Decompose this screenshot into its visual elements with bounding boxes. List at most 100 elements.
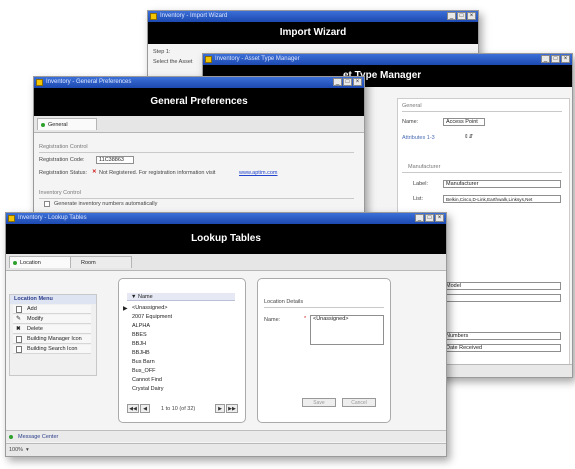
pager-label: 1 to 10 (of 32)	[161, 406, 196, 412]
menu-item-building-search[interactable]: Building Search Icon	[13, 345, 91, 354]
active-dot-icon	[41, 123, 45, 127]
document-icon	[16, 346, 22, 353]
menu-label: Delete	[27, 326, 43, 332]
app-icon	[36, 79, 43, 86]
page-title: General Preferences	[34, 88, 364, 116]
attributes-label: Attributes 1-3	[402, 135, 435, 141]
numbers-field[interactable]: Numbers	[443, 332, 561, 340]
minimize-button[interactable]: _	[333, 78, 342, 86]
minimize-button[interactable]: _	[447, 12, 456, 20]
minimize-button[interactable]: _	[415, 214, 424, 222]
general-preferences-window: Inventory - General Preferences _ □ × Gene…	[33, 76, 365, 221]
inventory-section-label: Inventory Control	[39, 190, 81, 196]
prev-page-button[interactable]: ◀	[140, 404, 150, 413]
list-item[interactable]: 2007 Equipment	[132, 314, 172, 320]
page-title: Import Wizard	[148, 22, 478, 44]
model-field[interactable]: Model	[443, 282, 561, 290]
details-name-field[interactable]: <Unassigned>	[310, 315, 384, 345]
import-wizard-titlebar: Inventory - Import Wizard _ □ ×	[148, 11, 478, 22]
close-button[interactable]: ×	[561, 55, 570, 63]
close-button[interactable]: ×	[467, 12, 476, 20]
arrows-icon[interactable]: ⇕⇵	[464, 134, 473, 140]
instruction-label: Select the Asset	[153, 59, 193, 65]
row-pointer-icon: ▶	[123, 306, 128, 312]
next-page-button[interactable]: ▶	[215, 404, 225, 413]
maximize-button[interactable]: □	[425, 214, 434, 222]
message-center[interactable]: Message Center	[6, 430, 446, 442]
reg-status-label: Registration Status:	[39, 170, 87, 176]
tab-location[interactable]: Location	[9, 256, 71, 268]
document-icon	[16, 306, 22, 313]
manufacturer-list-field[interactable]: Belkin,Cisco,D-Link,Earthwalk,Linksys,Ne…	[443, 195, 561, 203]
location-menu: Location Menu Add ✎ Modify ✖ Delete Buildi…	[9, 294, 97, 376]
last-page-button[interactable]: ▶▶	[226, 404, 238, 413]
reg-code-label: Registration Code:	[39, 157, 85, 163]
menu-header: Location Menu	[10, 295, 96, 304]
lookup-tables-window: Inventory - Lookup Tables _ □ × Lookup Tab…	[5, 212, 447, 457]
message-center-label: Message Center	[18, 434, 59, 440]
list-item[interactable]: BBJH	[132, 341, 146, 347]
zoom-dropdown-icon[interactable]: ▾	[26, 447, 29, 453]
document-icon	[16, 336, 22, 343]
name-label: Name:	[402, 119, 419, 125]
menu-label: Modify	[27, 316, 44, 322]
maximize-button[interactable]: □	[551, 55, 560, 63]
details-header: Location Details	[264, 299, 304, 305]
date-received-field[interactable]: Date Received	[443, 344, 561, 352]
auto-number-label: Generate inventory numbers automatically	[54, 201, 158, 207]
name-field[interactable]: Access Point	[443, 118, 485, 126]
required-icon: *	[304, 316, 307, 322]
list-item[interactable]: Bus_OFF	[132, 368, 156, 374]
reg-status-value: Not Registered. For registration informa…	[99, 170, 216, 176]
list-item[interactable]: Cannot Find	[132, 377, 162, 383]
window-title: Inventory - Import Wizard	[160, 13, 228, 19]
list-item[interactable]: Bus Barn	[132, 359, 155, 365]
registration-section-label: Registration Control	[39, 144, 88, 150]
message-center-icon	[9, 435, 13, 439]
blank-field[interactable]	[443, 294, 561, 302]
list-item[interactable]: Crystal Dairy	[132, 386, 163, 392]
menu-label: Add	[27, 306, 37, 312]
maximize-button[interactable]: □	[343, 78, 352, 86]
menu-label: Building Manager Icon	[27, 336, 82, 342]
details-name-label: Name:	[264, 317, 281, 323]
menu-item-add[interactable]: Add	[13, 305, 91, 314]
group-manufacturer-label: Manufacturer	[408, 164, 441, 170]
window-title: Inventory - General Preferences	[46, 79, 132, 85]
reg-code-field[interactable]: 11C38863	[96, 156, 134, 164]
first-page-button[interactable]: ◀◀	[127, 404, 139, 413]
tab-general[interactable]: General	[37, 118, 97, 130]
active-dot-icon	[13, 261, 17, 265]
minimize-button[interactable]: _	[541, 55, 550, 63]
auto-number-checkbox[interactable]	[44, 201, 50, 207]
tabs-bar: Location Room	[6, 254, 446, 271]
list-header[interactable]: ▼ Name	[127, 293, 235, 301]
asset-manager-titlebar: Inventory - Asset Type Manager _ □ ×	[203, 54, 572, 65]
cancel-button[interactable]: Cancel	[342, 398, 376, 407]
list-item[interactable]: BBJHB	[132, 350, 150, 356]
menu-item-building-manager[interactable]: Building Manager Icon	[13, 335, 91, 344]
close-button[interactable]: ×	[353, 78, 362, 86]
manufacturer-label-field[interactable]: Manufacturer	[443, 180, 561, 188]
zoom-level[interactable]: 100%	[9, 447, 23, 453]
sort-arrow-icon: ▼	[131, 294, 138, 300]
list-item[interactable]: BBES	[132, 332, 147, 338]
tab-label: General	[48, 122, 68, 128]
app-icon	[150, 13, 157, 20]
list-item[interactable]: <Unassigned>	[132, 305, 167, 311]
location-list-panel: ▼ Name ▶ <Unassigned> 2007 Equipment ALP…	[118, 278, 246, 423]
maximize-button[interactable]: □	[457, 12, 466, 20]
save-button[interactable]: Save	[302, 398, 336, 407]
menu-label: Building Search Icon	[27, 346, 78, 352]
registration-link[interactable]: www.aptim.com	[239, 170, 278, 176]
window-title: Inventory - Lookup Tables	[18, 215, 87, 221]
close-button[interactable]: ×	[435, 214, 444, 222]
tabs-bar: General	[34, 116, 364, 133]
tab-label: Location	[20, 260, 41, 266]
general-prefs-titlebar: Inventory - General Preferences _ □ ×	[34, 77, 364, 88]
list-item[interactable]: ALPHA	[132, 323, 150, 329]
menu-item-modify[interactable]: ✎ Modify	[13, 315, 91, 324]
tab-room[interactable]: Room	[70, 256, 132, 268]
page-title: Lookup Tables	[6, 224, 446, 254]
menu-item-delete[interactable]: ✖ Delete	[13, 325, 91, 334]
